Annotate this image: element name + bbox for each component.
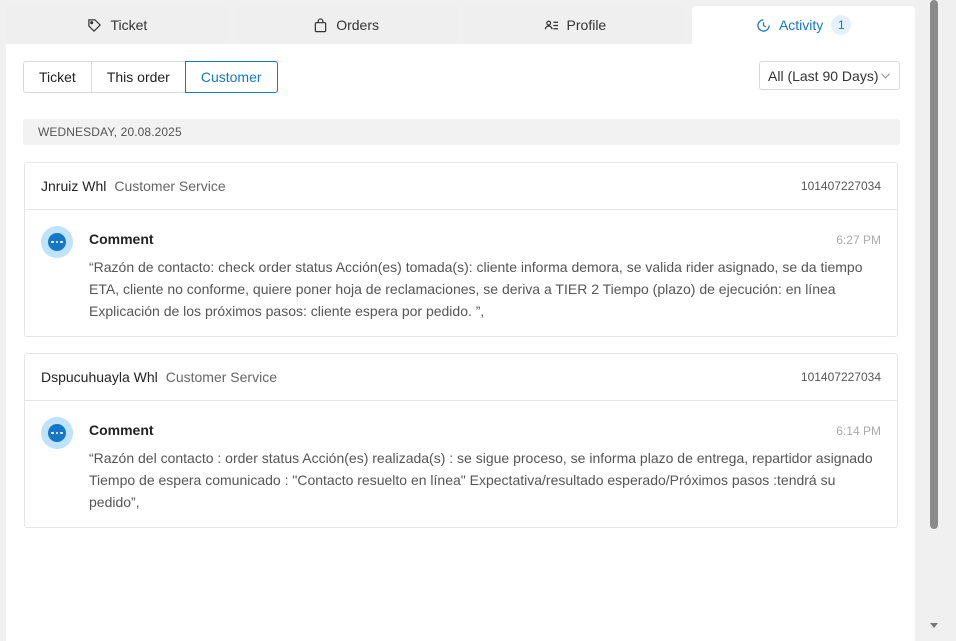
- tab-orders-label: Orders: [336, 17, 380, 33]
- activity-card: Dspucuhuayla Whl Customer Service 101407…: [24, 353, 898, 528]
- reference-number: 101407227034: [800, 179, 881, 193]
- date-group-header: WEDNESDAY, 20.08.2025: [23, 119, 900, 145]
- tab-activity-label: Activity: [778, 17, 824, 33]
- activity-card-body: Comment 6:14 PM “Razón del contacto : or…: [25, 401, 897, 513]
- tab-bar: Ticket Orders Profile Activity 1: [6, 6, 915, 44]
- chat-bubble-icon: [48, 233, 66, 251]
- comment-text: “Razón de contacto: check order status A…: [89, 259, 863, 319]
- profile-list-icon: [544, 20, 558, 29]
- activity-card-body: Comment 6:27 PM “Razón de contacto: chec…: [25, 210, 897, 322]
- agent-role: Customer Service: [165, 369, 277, 385]
- reference-number: 101407227034: [800, 370, 881, 384]
- agent-name: Dspucuhuayla Whl: [41, 369, 158, 385]
- agent-name: Jnruiz Whl: [41, 178, 107, 194]
- comment-avatar: [41, 417, 73, 449]
- comment-time: 6:14 PM: [836, 424, 881, 438]
- scrollbar-thumb[interactable]: [930, 0, 938, 529]
- date-range-value: All (Last 90 Days): [768, 67, 879, 84]
- comment-time: 6:27 PM: [836, 233, 881, 247]
- shopping-bag-icon: [314, 17, 327, 32]
- comment-title: Comment: [89, 422, 154, 438]
- tab-activity[interactable]: Activity 1: [692, 6, 915, 44]
- activity-count-badge: 1: [831, 15, 852, 35]
- scope-ticket-button[interactable]: Ticket: [23, 61, 92, 93]
- tab-profile[interactable]: Profile: [463, 6, 687, 44]
- comment-avatar: [41, 226, 73, 258]
- activity-panel: Ticket This order Customer All (Last 90 …: [6, 44, 915, 641]
- tab-profile-label: Profile: [566, 17, 607, 33]
- comment-title: Comment: [89, 231, 154, 247]
- agent-role: Customer Service: [114, 178, 226, 194]
- comment-text: “Razón del contacto : order status Acció…: [89, 450, 873, 510]
- chat-bubble-icon: [48, 424, 66, 442]
- scroll-down-arrow-icon[interactable]: [929, 622, 939, 630]
- tab-orders[interactable]: Orders: [234, 6, 458, 44]
- activity-card-header: Dspucuhuayla Whl Customer Service 101407…: [25, 354, 897, 401]
- tag-icon: [88, 18, 102, 32]
- tab-ticket[interactable]: Ticket: [6, 6, 229, 44]
- chevron-down-icon: [880, 73, 891, 79]
- date-range-select[interactable]: All (Last 90 Days): [759, 61, 900, 90]
- clock-icon: [757, 18, 770, 32]
- scope-this-order-button[interactable]: This order: [90, 61, 186, 93]
- scope-segmented-control: Ticket This order Customer: [23, 61, 278, 93]
- tab-ticket-label: Ticket: [110, 17, 148, 33]
- scope-customer-button[interactable]: Customer: [184, 61, 278, 93]
- activity-card-header: Jnruiz Whl Customer Service 101407227034: [25, 163, 897, 210]
- activity-card: Jnruiz Whl Customer Service 101407227034…: [24, 162, 898, 337]
